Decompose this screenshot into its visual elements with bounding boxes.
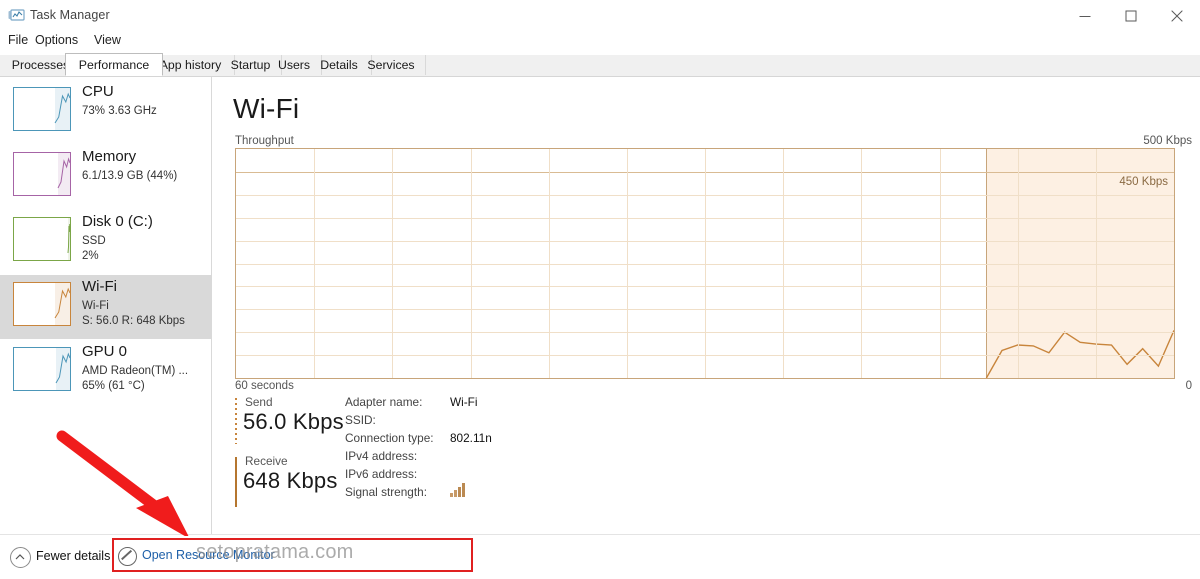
chevron-up-icon [10, 547, 31, 568]
throughput-chart: 450 Kbps [235, 148, 1175, 379]
mini-graph-thumbnail [13, 217, 71, 261]
tab-bar: Processes Performance App history Startup Us… [0, 53, 1200, 77]
sidebar-item-detail-2: 2% [82, 250, 99, 262]
sidebar-item-gpu-0[interactable]: GPU 0 AMD Radeon(TM) ... 65% (61 °C) [0, 340, 211, 404]
graph-label: Throughput [235, 135, 294, 147]
detail-key: IPv4 address: [345, 449, 418, 463]
send-label: Send [245, 395, 273, 409]
sidebar-item-wi-fi[interactable]: Wi-Fi Wi-Fi S: 56.0 R: 648 Kbps [0, 275, 211, 339]
signal-strength-icon [450, 483, 467, 502]
tab-services[interactable]: Services [357, 55, 426, 75]
detail-key: Adapter name: [345, 395, 423, 409]
performance-detail-pane: Wi-Fi Throughput 500 Kbps 60 seconds 0 4… [212, 77, 1200, 534]
gridline-vertical [783, 149, 784, 378]
sidebar-item-detail-1: SSD [82, 235, 106, 247]
receive-label: Receive [245, 454, 288, 468]
time-axis-label: 60 seconds [235, 380, 294, 392]
sidebar-item-name: CPU [82, 83, 114, 100]
sidebar-item-detail-2: S: 56.0 R: 648 Kbps [82, 315, 185, 327]
gridline-vertical [392, 149, 393, 378]
send-marker-icon [235, 398, 237, 444]
gridline-vertical [1018, 149, 1019, 378]
scale-max-label: 500 Kbps [1143, 135, 1192, 147]
task-manager-icon [8, 7, 26, 25]
sidebar-item-detail-1: AMD Radeon(TM) ... [82, 365, 189, 377]
menu-item-view[interactable]: View [94, 33, 121, 47]
task-manager-window: Task Manager File Options View Processes… [0, 0, 1200, 579]
mini-graph-thumbnail [13, 282, 71, 326]
gridline-vertical [940, 149, 941, 378]
gridline-vertical [705, 149, 706, 378]
sidebar-item-cpu[interactable]: CPU 73% 3.63 GHz [0, 80, 211, 144]
receive-value: 648 Kbps [243, 468, 338, 493]
sidebar-item-name: GPU 0 [82, 343, 128, 360]
sidebar-item-detail-2: 65% (61 °C) [82, 380, 145, 392]
sidebar-item-name: Disk 0 (C:) [82, 213, 153, 230]
detail-value: 802.11n [450, 431, 492, 445]
sidebar-item-memory[interactable]: Memory 6.1/13.9 GB (44%) [0, 145, 211, 209]
detail-value: Wi-Fi [450, 395, 478, 409]
menu-item-file[interactable]: File [8, 33, 28, 47]
maximize-button[interactable] [1108, 0, 1154, 32]
detail-key: SSID: [345, 413, 376, 427]
page-title: Wi-Fi [233, 93, 300, 124]
mini-graph-thumbnail [13, 87, 71, 131]
close-button[interactable] [1154, 0, 1200, 32]
resource-list: CPU 73% 3.63 GHz Memory 6.1/13.9 GB (44%) Di… [0, 77, 212, 534]
network-stats: Send 56.0 Kbps Receive 648 Kbps Adapter … [235, 395, 795, 515]
title-bar: Task Manager [0, 0, 1200, 32]
sidebar-item-detail-1: Wi-Fi [82, 300, 109, 312]
mini-graph-thumbnail [13, 347, 71, 391]
menu-bar: File Options View [0, 31, 1200, 53]
sidebar-item-name: Memory [82, 148, 137, 165]
gridline-vertical [627, 149, 628, 378]
send-value: 56.0 Kbps [243, 409, 344, 434]
tab-performance[interactable]: Performance [65, 53, 163, 76]
gridline-vertical [861, 149, 862, 378]
receive-marker-icon [235, 457, 237, 507]
gridline-vertical [471, 149, 472, 378]
sidebar-item-detail-1: 73% 3.63 GHz [82, 105, 157, 117]
gridline-vertical [314, 149, 315, 378]
sidebar-item-name: Wi-Fi [82, 278, 117, 295]
watermark: setopratama.com [196, 541, 354, 563]
mini-graph-thumbnail [13, 152, 71, 196]
sidebar-item-detail-1: 6.1/13.9 GB (44%) [82, 170, 178, 182]
fewer-details-label: Fewer details [36, 549, 111, 563]
minimize-button[interactable] [1062, 0, 1108, 32]
menu-item-options[interactable]: Options [35, 33, 78, 47]
gridline-vertical [1096, 149, 1097, 378]
window-title: Task Manager [30, 8, 110, 22]
gridline-vertical [549, 149, 550, 378]
detail-key: Signal strength: [345, 485, 427, 499]
sidebar-item-disk-0-c-[interactable]: Disk 0 (C:) SSD 2% [0, 210, 211, 274]
detail-key: IPv6 address: [345, 467, 418, 481]
detail-key: Connection type: [345, 431, 434, 445]
zero-axis-label: 0 [1185, 380, 1192, 392]
